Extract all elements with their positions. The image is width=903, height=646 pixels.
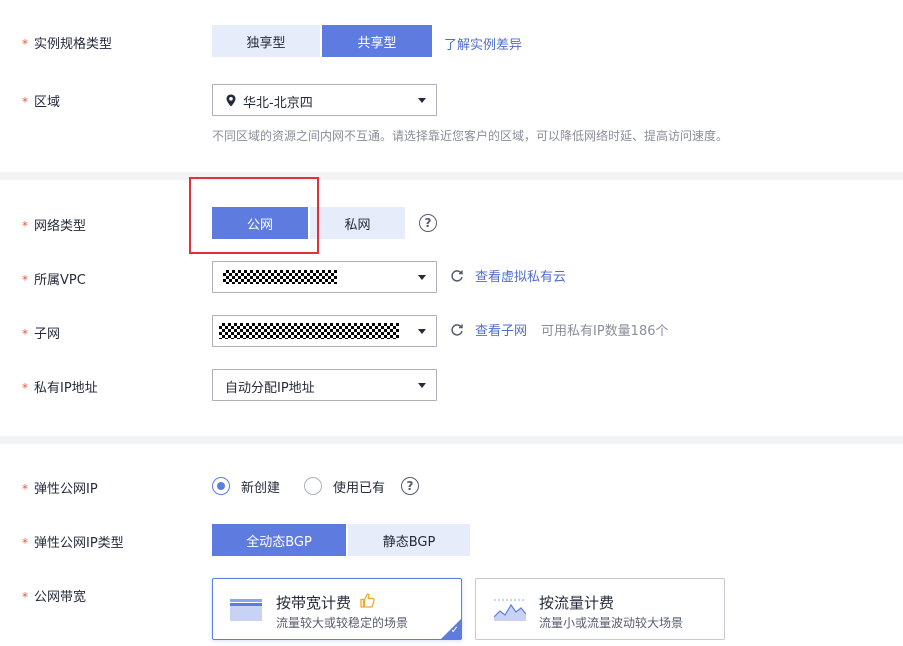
eip-existing-label[interactable]: 使用已有 (333, 477, 385, 496)
check-icon: ✓ (450, 625, 459, 636)
spec-type-label-text: 实例规格类型 (34, 37, 113, 52)
redacted-subnet-value (219, 323, 399, 339)
region-hint: 不同区域的资源之间内网不互通。请选择靠近您客户的区域，可以降低网络时延、提高访问… (212, 129, 729, 143)
traffic-chart-icon (494, 599, 526, 621)
network-public-button[interactable]: 公网 (212, 207, 308, 239)
thumbs-up-icon (360, 593, 375, 608)
region-select[interactable]: 华北-北京四 (212, 84, 437, 116)
eip-static-bgp-button[interactable]: 静态BGP (348, 524, 470, 556)
eip-new-label[interactable]: 新创建 (241, 477, 280, 496)
bandwidth-chart-icon (230, 599, 262, 621)
subnet-label: * 子网 (22, 323, 60, 342)
spec-region-section (0, 0, 903, 172)
billing-by-traffic-card[interactable]: 按流量计费 流量小或流量波动较大场景 (475, 578, 725, 640)
region-label: * 区域 (22, 91, 60, 110)
required-mark: * (22, 219, 28, 233)
spec-shared-button[interactable]: 共享型 (322, 25, 432, 57)
required-mark: * (22, 273, 28, 287)
section-divider (0, 436, 903, 444)
subnet-view-link[interactable]: 查看子网 (475, 320, 527, 339)
eip-type-label-text: 弹性公网IP类型 (34, 536, 124, 551)
required-mark: * (22, 590, 28, 604)
billing-by-traffic-title: 按流量计费 (539, 594, 615, 612)
eip-new-radio[interactable] (212, 477, 230, 495)
eip-dynamic-bgp-button[interactable]: 全动态BGP (212, 524, 346, 556)
chevron-down-icon (418, 383, 426, 388)
eip-type-label: * 弹性公网IP类型 (22, 532, 124, 551)
private-ip-select[interactable]: 自动分配IP地址 (212, 369, 437, 401)
region-value: 华北-北京四 (243, 96, 313, 111)
spec-diff-link[interactable]: 了解实例差异 (444, 34, 522, 53)
region-label-text: 区域 (34, 95, 61, 110)
billing-by-bandwidth-title: 按带宽计费 (276, 594, 352, 612)
vpc-select[interactable] (212, 261, 437, 293)
help-icon[interactable]: ? (401, 477, 419, 495)
required-mark: * (22, 536, 28, 550)
redacted-vpc-value (223, 270, 337, 284)
vpc-label: * 所属VPC (22, 269, 86, 288)
network-private-button[interactable]: 私网 (310, 207, 405, 239)
eip-label-text: 弹性公网IP (34, 482, 98, 497)
billing-by-bandwidth-card[interactable]: 按带宽计费 流量较大或较稳定的场景 ✓ (212, 578, 462, 640)
billing-by-traffic-desc: 流量小或流量波动较大场景 (539, 616, 684, 630)
required-mark: * (22, 37, 28, 51)
private-ip-label-text: 私有IP地址 (34, 381, 98, 396)
required-mark: * (22, 482, 28, 496)
network-type-label: * 网络类型 (22, 215, 86, 234)
required-mark: * (22, 381, 28, 395)
subnet-label-text: 子网 (34, 327, 61, 342)
private-ip-label: * 私有IP地址 (22, 377, 98, 396)
vpc-label-text: 所属VPC (34, 273, 86, 288)
eip-label: * 弹性公网IP (22, 478, 98, 497)
subnet-select[interactable] (212, 315, 437, 347)
bandwidth-label-text: 公网带宽 (34, 590, 87, 605)
spec-type-label: * 实例规格类型 (22, 33, 112, 52)
refresh-icon[interactable] (450, 269, 464, 283)
subnet-ip-count: 可用私有IP数量186个 (541, 324, 669, 339)
refresh-icon[interactable] (450, 323, 464, 337)
chevron-down-icon (418, 98, 426, 103)
required-mark: * (22, 327, 28, 341)
spec-dedicated-button[interactable]: 独享型 (212, 25, 320, 57)
network-type-label-text: 网络类型 (34, 219, 87, 234)
help-icon[interactable]: ? (419, 214, 437, 232)
location-pin-icon (226, 94, 236, 107)
vpc-view-link[interactable]: 查看虚拟私有云 (475, 266, 566, 285)
private-ip-value: 自动分配IP地址 (225, 381, 315, 396)
required-mark: * (22, 95, 28, 109)
chevron-down-icon (418, 329, 426, 334)
chevron-down-icon (418, 275, 426, 280)
section-divider (0, 172, 903, 180)
billing-by-bandwidth-desc: 流量较大或较稳定的场景 (276, 616, 409, 630)
eip-existing-radio[interactable] (304, 477, 322, 495)
bandwidth-label: * 公网带宽 (22, 586, 86, 605)
